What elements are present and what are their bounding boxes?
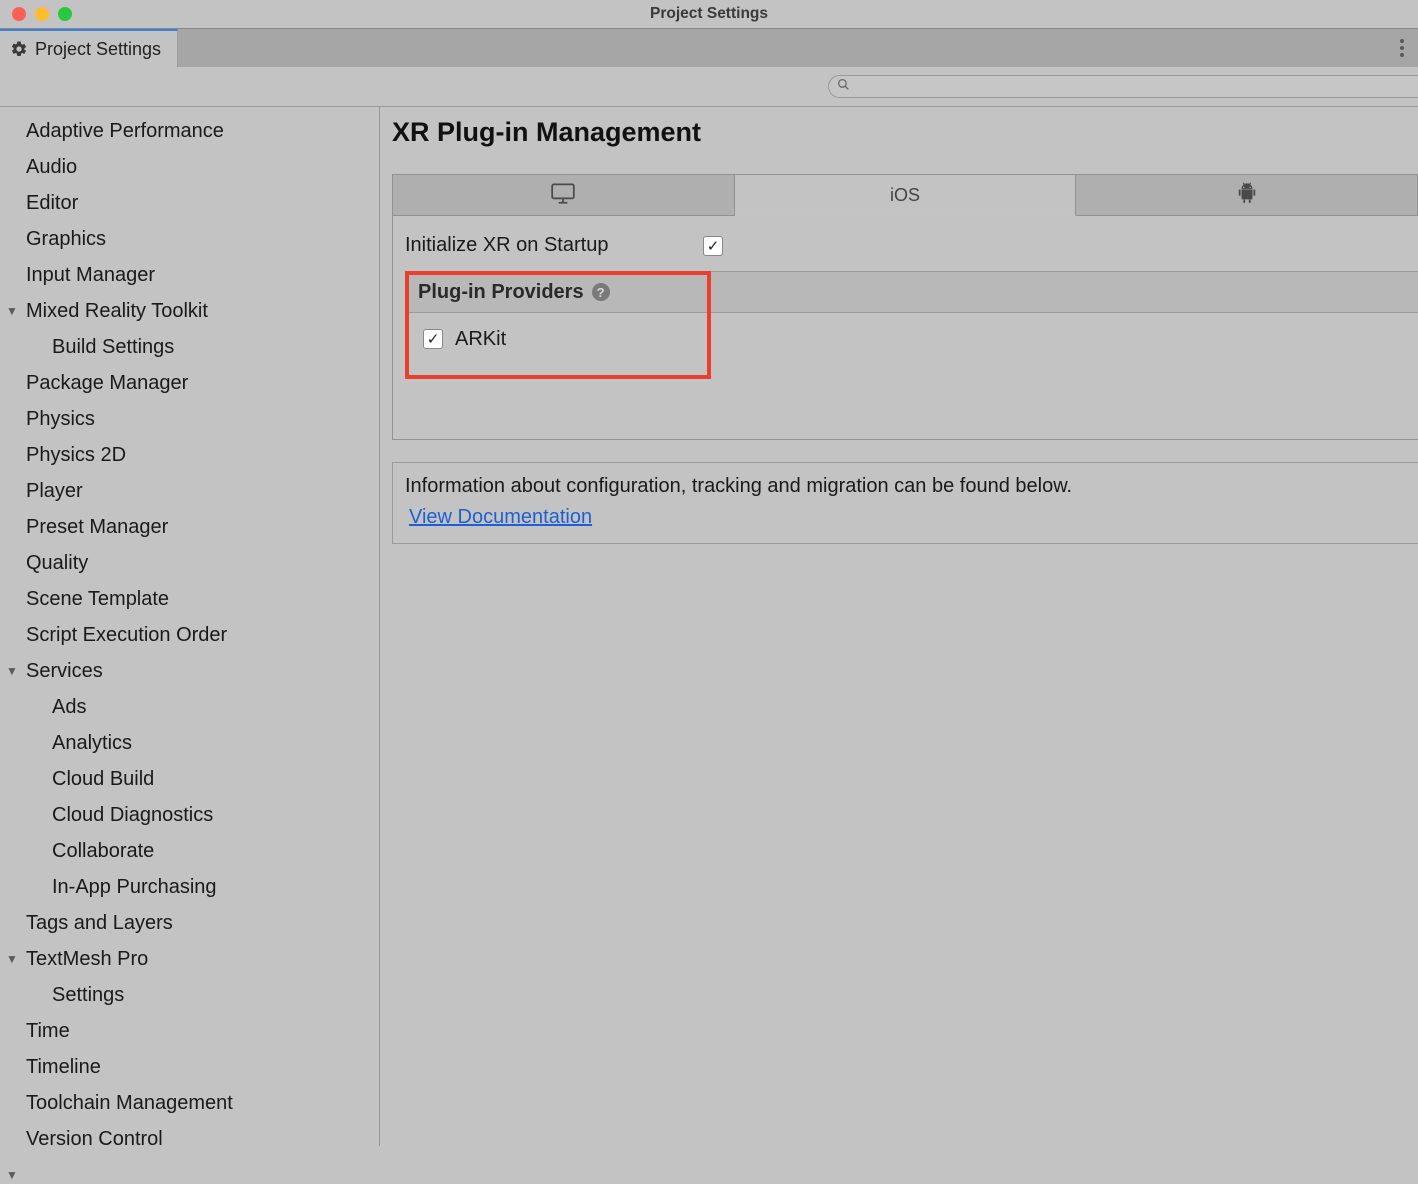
sidebar-item-label: Timeline (26, 1052, 101, 1083)
sidebar-item-input-manager[interactable]: Input Manager (0, 257, 379, 293)
sidebar-item-label: Cloud Diagnostics (52, 800, 213, 831)
gear-icon (10, 40, 28, 58)
sidebar-item-label: Analytics (52, 728, 132, 759)
sidebar-item-package-manager[interactable]: Package Manager (0, 365, 379, 401)
sidebar-item-label: Time (26, 1016, 70, 1047)
sidebar-item-label: Audio (26, 152, 77, 183)
sidebar-item-label: Tags and Layers (26, 908, 173, 939)
close-icon[interactable] (12, 7, 26, 21)
window-controls (12, 7, 72, 21)
sidebar-item-collaborate[interactable]: Collaborate (0, 833, 379, 869)
sidebar-item-label: TextMesh Pro (26, 944, 148, 975)
sidebar-item-label: Player (26, 476, 83, 507)
sidebar-item-audio[interactable]: Audio (0, 149, 379, 185)
sidebar: Adaptive Performance Audio Editor Graphics I… (0, 107, 380, 1146)
search-icon (837, 78, 850, 96)
sidebar-item-label: Script Execution Order (26, 620, 227, 651)
minimize-icon[interactable] (35, 7, 49, 21)
sidebar-item-settings[interactable]: Settings (0, 977, 379, 1013)
sidebar-item-in-app-purchasing[interactable]: In-App Purchasing (0, 869, 379, 905)
sidebar-item-label: Package Manager (26, 368, 188, 399)
kebab-menu-icon[interactable] (1394, 33, 1410, 63)
info-text: Information about configuration, trackin… (405, 475, 1406, 498)
monitor-icon (550, 182, 576, 209)
sidebar-item-toolchain-management[interactable]: Toolchain Management (0, 1085, 379, 1121)
sidebar-item-version-control[interactable]: Version Control (0, 1121, 379, 1146)
sidebar-item-build-settings[interactable]: Build Settings (0, 329, 379, 365)
caret-icon[interactable]: ▼ (6, 950, 18, 969)
platform-tab-ios[interactable]: iOS (735, 174, 1077, 216)
sidebar-item-script-execution-order[interactable]: Script Execution Order (0, 617, 379, 653)
sidebar-item-mixed-reality-toolkit[interactable]: ▼ Mixed Reality Toolkit (0, 293, 379, 329)
sidebar-item-label: Build Settings (52, 332, 174, 363)
sidebar-item-timeline[interactable]: Timeline (0, 1049, 379, 1085)
view-documentation-link[interactable]: View Documentation (409, 506, 592, 529)
sidebar-item-label: Toolchain Management (26, 1088, 233, 1119)
sidebar-item-preset-manager[interactable]: Preset Manager (0, 509, 379, 545)
sidebar-item-label: Settings (52, 980, 124, 1011)
page-title: XR Plug-in Management (392, 117, 1418, 174)
sidebar-item-label: Editor (26, 188, 78, 219)
maximize-icon[interactable] (58, 7, 72, 21)
sidebar-item-textmesh-pro[interactable]: ▼ TextMesh Pro (0, 941, 379, 977)
sidebar-item-label: Physics 2D (26, 440, 126, 471)
sidebar-item-player[interactable]: Player (0, 473, 379, 509)
sidebar-item-adaptive-performance[interactable]: Adaptive Performance (0, 113, 379, 149)
android-icon (1236, 181, 1258, 210)
sidebar-item-label: Adaptive Performance (26, 116, 224, 147)
sidebar-item-label: Graphics (26, 224, 106, 255)
caret-icon[interactable]: ▼ (6, 302, 18, 321)
platform-tab-desktop[interactable] (392, 174, 735, 216)
sidebar-item-label: Input Manager (26, 260, 155, 291)
sidebar-item-graphics[interactable]: Graphics (0, 221, 379, 257)
sidebar-item-label: Quality (26, 548, 88, 579)
sidebar-item-label: Ads (52, 692, 86, 723)
platform-tab-android[interactable] (1076, 174, 1418, 216)
sidebar-item-physics-2d[interactable]: Physics 2D (0, 437, 379, 473)
search-row (0, 67, 1418, 106)
tab-bar: Project Settings (0, 28, 1418, 67)
sidebar-item-editor[interactable]: Editor (0, 185, 379, 221)
tab-project-settings[interactable]: Project Settings (0, 29, 178, 67)
highlight-box (405, 271, 711, 379)
sidebar-item-label: Services (26, 656, 103, 687)
sidebar-item-label: Cloud Build (52, 764, 154, 795)
info-box: Information about configuration, trackin… (392, 462, 1418, 544)
sidebar-item-quality[interactable]: Quality (0, 545, 379, 581)
caret-icon[interactable]: ▼ (6, 662, 18, 681)
init-xr-row: Initialize XR on Startup ✓ (405, 228, 1418, 263)
main-panel: XR Plug-in Management iOS Initialize XR … (380, 107, 1418, 1146)
search-input[interactable] (828, 75, 1418, 98)
sidebar-item-label: Version Control (26, 1124, 163, 1147)
window-title: Project Settings (650, 5, 768, 23)
sidebar-item-ads[interactable]: Ads (0, 689, 379, 725)
sidebar-item-analytics[interactable]: Analytics (0, 725, 379, 761)
init-xr-label: Initialize XR on Startup (405, 234, 703, 257)
sidebar-item-physics[interactable]: Physics (0, 401, 379, 437)
sidebar-item-scene-template[interactable]: Scene Template (0, 581, 379, 617)
sidebar-item-label: In-App Purchasing (52, 872, 217, 903)
sidebar-item-label: Scene Template (26, 584, 169, 615)
ios-label: iOS (890, 185, 920, 206)
sidebar-item-time[interactable]: Time (0, 1013, 379, 1049)
sidebar-item-services[interactable]: ▼ Services (0, 653, 379, 689)
sidebar-item-label: Collaborate (52, 836, 154, 867)
titlebar: Project Settings (0, 0, 1418, 28)
sidebar-item-tags-and-layers[interactable]: Tags and Layers (0, 905, 379, 941)
sidebar-item-cloud-diagnostics[interactable]: Cloud Diagnostics (0, 797, 379, 833)
sidebar-item-label: Mixed Reality Toolkit (26, 296, 208, 327)
sidebar-item-label: Preset Manager (26, 512, 168, 543)
init-xr-checkbox[interactable]: ✓ (703, 236, 723, 256)
tab-label: Project Settings (35, 39, 161, 60)
sidebar-item-label: Physics (26, 404, 95, 435)
platform-tabs: iOS (392, 174, 1418, 216)
sidebar-item-cloud-build[interactable]: Cloud Build (0, 761, 379, 797)
